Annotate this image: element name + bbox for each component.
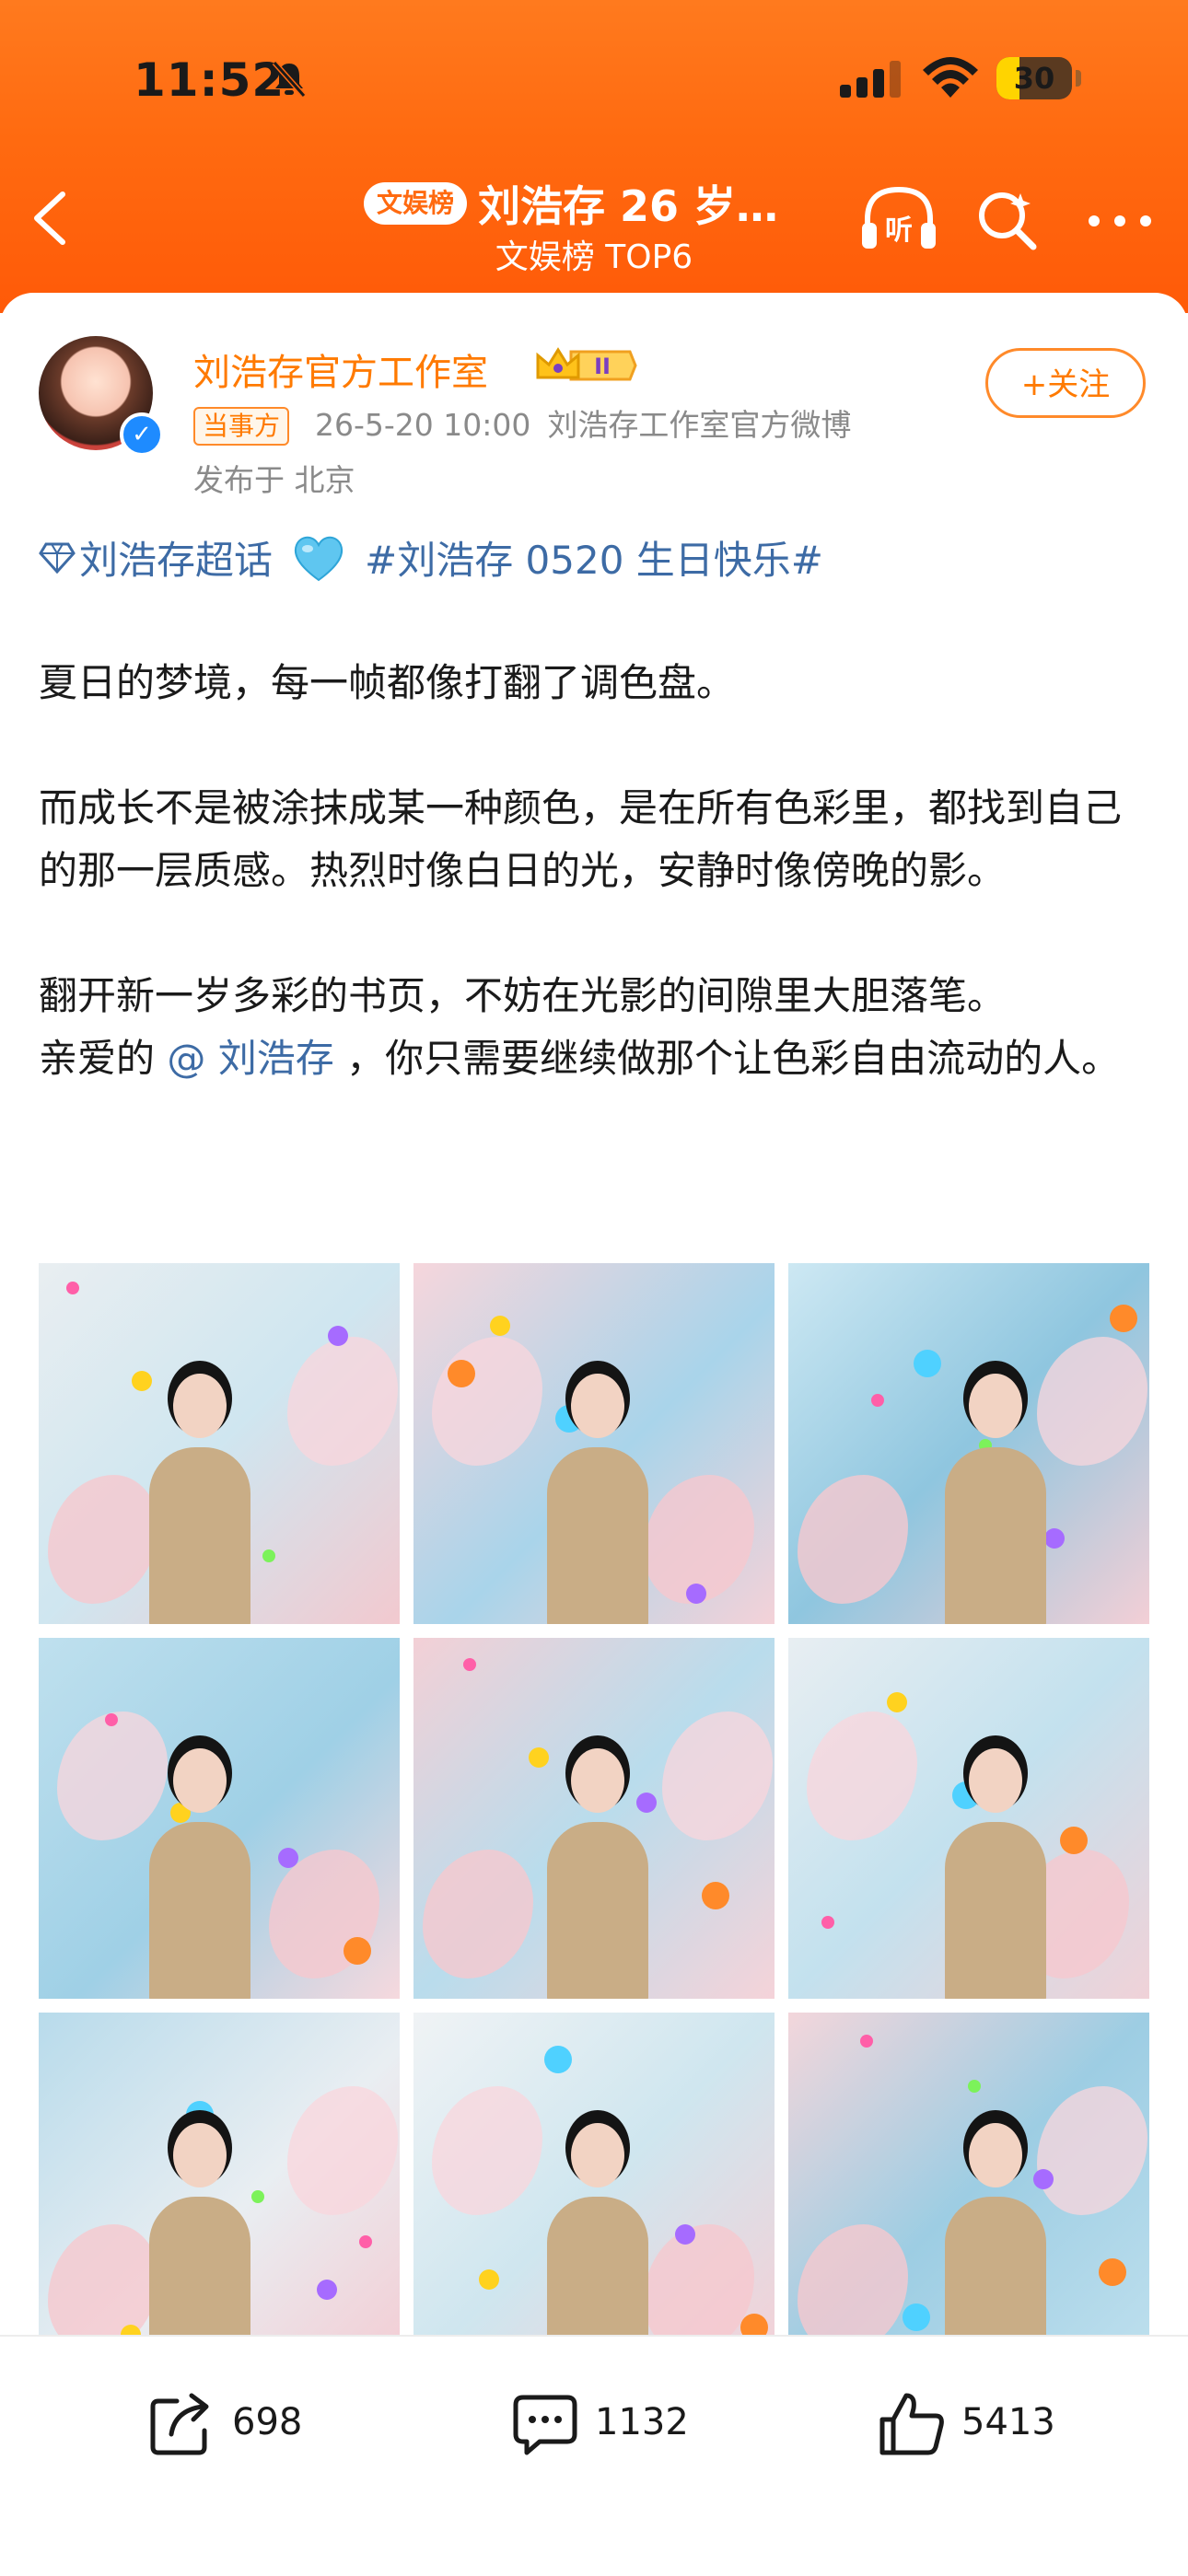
like-count: 5413: [961, 2401, 1055, 2443]
wifi-icon: [923, 57, 978, 98]
follow-button[interactable]: +关注: [985, 348, 1146, 418]
action-bar: 698 1132 5413: [0, 2335, 1188, 2576]
ranking-tag: 文娱榜: [364, 182, 468, 225]
post-photo[interactable]: [413, 2013, 775, 2337]
header-bar: 11:52 30 文娱榜 刘浩存 26 岁… 文娱榜 TOP6 听: [0, 0, 1188, 313]
post-photo[interactable]: [39, 1263, 400, 1624]
svg-text:II: II: [594, 354, 611, 379]
post-body: 夏日的梦境，每一帧都像打翻了调色盘。 而成长不是被涂抹成某一种颜色，是在所有色彩…: [39, 652, 1153, 1090]
cellular-signal-icon: [840, 61, 901, 98]
post-photo[interactable]: [39, 2013, 400, 2337]
post-photo[interactable]: [788, 1263, 1149, 1624]
post-location: 发布于 北京: [193, 462, 355, 498]
author-name[interactable]: 刘浩存官方工作室: [193, 342, 488, 396]
post-photo[interactable]: [39, 1638, 400, 1999]
thumbs-up-icon: [879, 2393, 944, 2455]
post-paragraph-2: 而成长不是被涂抹成某一种颜色，是在所有色彩里，都找到自己的那一层质感。热烈时像白…: [39, 785, 1123, 893]
vip-crown-badge-icon[interactable]: II: [534, 344, 637, 387]
mention-link[interactable]: @ 刘浩存: [167, 1036, 333, 1081]
share-icon: [150, 2393, 209, 2455]
listen-icon[interactable]: 听: [860, 184, 938, 254]
page-subtitle: 文娱榜 TOP6: [495, 238, 693, 276]
page-title: 刘浩存 26 岁…: [478, 181, 779, 231]
post-photo[interactable]: [413, 1263, 775, 1624]
post-meta: 26-5-20 10:00 刘浩存工作室官方微博: [315, 407, 868, 444]
paragraph-3-prefix: 亲爱的: [39, 1036, 168, 1081]
battery-indicator: 30: [996, 57, 1072, 99]
comment-icon: [513, 2395, 577, 2455]
comment-count: 1132: [595, 2401, 689, 2443]
post-paragraph-1: 夏日的梦境，每一帧都像打翻了调色盘。: [39, 660, 736, 705]
status-bar: 11:52 30: [0, 48, 1188, 112]
post-source: 刘浩存工作室官方微博: [547, 407, 852, 443]
post-timestamp: 26-5-20 10:00: [315, 407, 531, 443]
share-count: 698: [232, 2401, 303, 2443]
photo-grid: [39, 1263, 1149, 2337]
blue-heart-emoji-icon: [294, 536, 344, 581]
more-options-icon[interactable]: [1085, 207, 1155, 235]
paragraph-3-suffix: ，你只需要继续做那个让色彩自由流动的人。: [333, 1036, 1121, 1081]
search-icon[interactable]: [974, 188, 1039, 252]
hashtag-link[interactable]: #刘浩存 0520 生日快乐#: [365, 538, 823, 583]
role-tag: 当事方: [193, 407, 290, 446]
super-topic-diamond-icon: [39, 542, 76, 574]
super-topic-link[interactable]: 刘浩存超话: [79, 538, 273, 583]
topic-line: 刘浩存超话 #刘浩存 0520 生日快乐#: [39, 529, 823, 586]
svg-text:听: 听: [885, 215, 913, 247]
status-time: 11:52: [134, 53, 285, 107]
post-paragraph-3-line-1: 翻开新一岁多彩的书页，不妨在光影的间隙里大胆落笔。: [39, 973, 1007, 1018]
battery-level: 30: [1013, 61, 1055, 96]
post-photo[interactable]: [788, 1638, 1149, 1999]
post-photo[interactable]: [788, 2013, 1149, 2337]
post-photo[interactable]: [413, 1638, 775, 1999]
back-arrow-icon[interactable]: [29, 189, 70, 248]
post-paragraph-3: 亲爱的 @ 刘浩存 ，你只需要继续做那个让色彩自由流动的人。: [39, 1027, 1153, 1090]
header-title-group[interactable]: 文娱榜 刘浩存 26 岁…: [364, 173, 824, 234]
mute-bell-icon: [272, 61, 307, 98]
verified-badge-icon: ✓: [120, 412, 164, 457]
